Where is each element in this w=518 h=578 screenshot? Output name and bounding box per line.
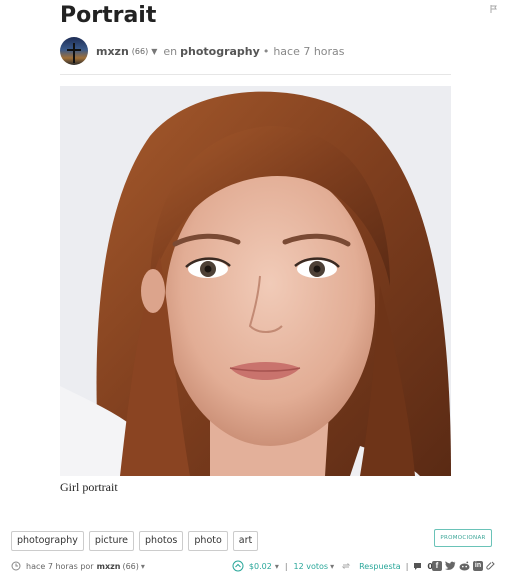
payout-dropdown-icon[interactable]: ▾: [275, 562, 279, 571]
footer-author-link[interactable]: mxzn: [97, 562, 121, 571]
comment-icon[interactable]: [413, 561, 423, 571]
author-dropdown-icon[interactable]: ▼: [151, 47, 157, 56]
votes-dropdown-icon[interactable]: ▾: [330, 562, 334, 571]
linkedin-icon[interactable]: in: [473, 561, 483, 571]
tag-photo[interactable]: photo: [188, 531, 228, 551]
author-avatar[interactable]: [60, 37, 88, 65]
promote-button[interactable]: PROMOCIONAR: [434, 529, 492, 547]
tag-art[interactable]: art: [232, 531, 259, 551]
payout-value[interactable]: $0.02: [249, 562, 272, 571]
reply-link[interactable]: Respuesta: [359, 562, 401, 571]
footer-time: hace 7 horas por: [26, 561, 94, 571]
tag-list: photography picture photos photo art: [11, 531, 259, 551]
facebook-icon[interactable]: f: [432, 561, 442, 571]
category-link[interactable]: photography: [180, 45, 260, 58]
post-title: Portrait: [60, 3, 157, 28]
share-buttons: f in: [432, 561, 495, 571]
footer-author-dropdown-icon[interactable]: ▾: [141, 562, 145, 571]
twitter-icon[interactable]: [445, 561, 456, 571]
link-icon[interactable]: [486, 561, 495, 571]
votes-count[interactable]: 12 votos: [294, 562, 329, 571]
flag-icon[interactable]: [490, 5, 498, 13]
divider: [60, 74, 451, 75]
separator-dot: •: [262, 44, 270, 58]
tag-photography[interactable]: photography: [11, 531, 84, 551]
upvote-icon[interactable]: [232, 560, 244, 572]
separator: |: [405, 561, 409, 571]
reblog-icon[interactable]: [341, 561, 351, 571]
tag-picture[interactable]: picture: [88, 531, 135, 551]
post-time: hace 7 horas: [273, 44, 345, 58]
post-image[interactable]: [60, 86, 451, 476]
clock-icon: [11, 561, 21, 571]
footer-reputation: (66): [122, 561, 139, 571]
author-reputation: (66): [131, 46, 149, 56]
reddit-icon[interactable]: [459, 561, 470, 571]
in-label: en: [163, 44, 178, 58]
post-meta: mxzn (66) ▼ en photography • hace 7 hora…: [60, 35, 345, 67]
image-caption: Girl portrait: [60, 480, 118, 494]
tag-photos[interactable]: photos: [139, 531, 184, 551]
author-link[interactable]: mxzn: [96, 45, 129, 58]
separator: |: [284, 561, 288, 571]
